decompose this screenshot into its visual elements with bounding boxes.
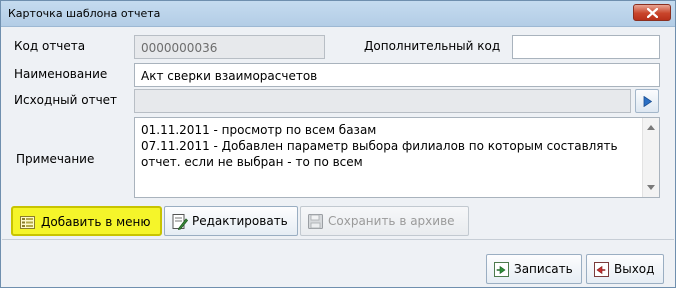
save-to-archive-label: Сохранить в архиве: [328, 214, 455, 228]
note-line: 01.11.2011 - просмотр по всем базам: [141, 123, 377, 137]
close-button[interactable]: [633, 4, 671, 21]
floppy-disk-icon: [308, 214, 323, 229]
extra-code-field[interactable]: [512, 35, 660, 59]
note-scrollbar[interactable]: [642, 118, 659, 197]
report-code-label: Код отчета: [14, 39, 86, 53]
write-button[interactable]: Записать: [486, 254, 582, 284]
save-record-icon: [494, 262, 509, 277]
report-code-field: 0000000036: [134, 35, 325, 59]
title-bar[interactable]: Карточка шаблона отчета: [1, 1, 675, 27]
write-label: Записать: [514, 262, 573, 276]
exit-icon: [594, 262, 609, 277]
add-to-menu-button[interactable]: Добавить в меню: [11, 206, 162, 236]
close-icon: [647, 8, 658, 18]
source-report-label: Исходный отчет: [14, 93, 118, 107]
edit-button[interactable]: Редактировать: [164, 206, 298, 236]
exit-button[interactable]: Выход: [586, 254, 664, 284]
extra-code-label: Дополнительный код: [364, 39, 501, 53]
name-field[interactable]: Акт сверки взаиморасчетов: [134, 63, 660, 87]
save-to-archive-button[interactable]: Сохранить в архиве: [300, 206, 469, 236]
play-arrow-icon: [643, 96, 652, 107]
note-label: Примечание: [16, 152, 95, 166]
form-body: Код отчета 0000000036 Дополнительный код…: [2, 28, 674, 286]
scroll-up-icon[interactable]: [647, 125, 655, 130]
source-report-field: [134, 89, 631, 113]
menu-grid-icon: [20, 216, 35, 229]
edit-document-icon: [172, 214, 188, 230]
source-report-select-button[interactable]: [635, 89, 659, 113]
edit-label: Редактировать: [192, 214, 288, 228]
note-textarea[interactable]: 01.11.2011 - просмотр по всем базам 07.1…: [134, 117, 660, 198]
name-value: Акт сверки взаиморасчетов: [141, 69, 318, 83]
window-title: Карточка шаблона отчета: [8, 7, 161, 20]
scroll-down-icon[interactable]: [647, 185, 655, 190]
note-line: отчет. если не выбран - то по всем: [141, 155, 363, 169]
report-template-window: Карточка шаблона отчета Код отчета 00000…: [0, 0, 676, 288]
note-line: 07.11.2011 - Добавлен параметр выбора фи…: [141, 139, 618, 153]
name-label: Наименование: [14, 67, 108, 81]
exit-label: Выход: [614, 262, 655, 276]
add-to-menu-label: Добавить в меню: [41, 215, 151, 229]
footer-divider: [2, 239, 674, 240]
report-code-value: 0000000036: [141, 41, 218, 55]
